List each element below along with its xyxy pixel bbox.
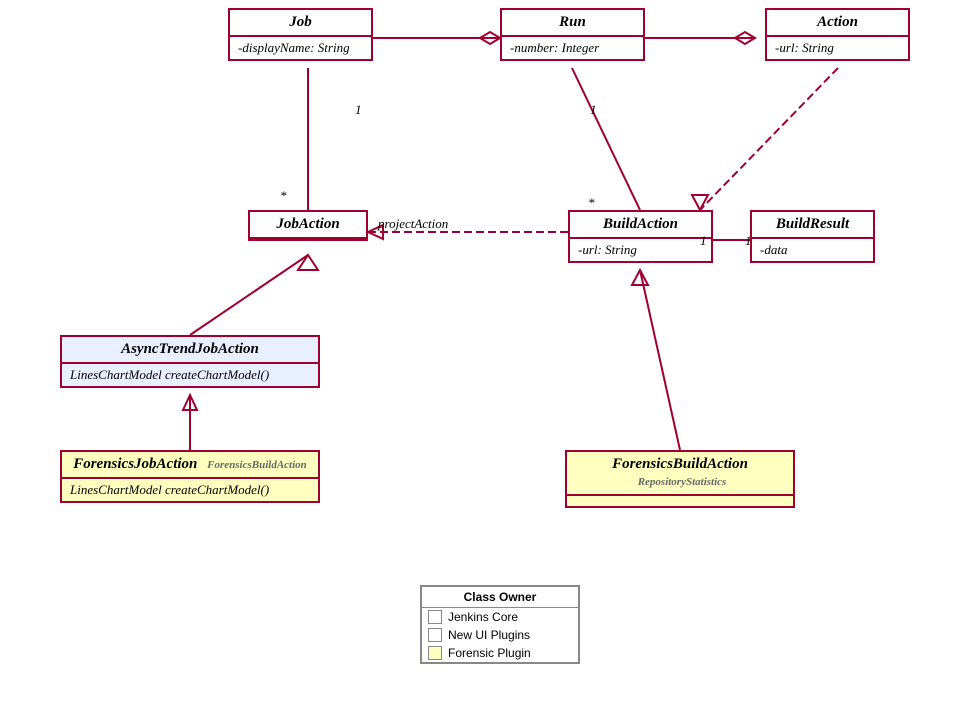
legend: Class Owner Jenkins Core New UI Plugins … <box>420 585 580 664</box>
class-job-attr: -displayName: String <box>230 37 371 59</box>
forensicsbuildaction-subname: RepositoryStatistics <box>638 476 727 488</box>
legend-color-jenkins <box>428 610 442 624</box>
class-run-name: Run <box>502 10 643 37</box>
rel-label-projectaction: projectAction <box>378 216 448 232</box>
legend-row-jenkins: Jenkins Core <box>422 608 578 626</box>
class-asynctrendjobaction-name: AsyncTrendJobAction <box>62 337 318 364</box>
legend-label-forensic: Forensic Plugin <box>448 646 531 660</box>
class-jobaction-name: JobAction <box>250 212 366 239</box>
mult-1-jobjobaction: 1 <box>355 102 362 118</box>
class-buildresult-attr: -data <box>752 239 873 261</box>
class-buildaction: BuildAction -url: String <box>568 210 713 263</box>
mult-1-runbuildaction: 1 <box>590 102 597 118</box>
class-buildresult: BuildResult -data <box>750 210 875 263</box>
mult-1-buildaction-left: 1 <box>700 233 707 249</box>
class-job: Job -displayName: String <box>228 8 373 61</box>
class-forensicsbuildaction: ForensicsBuildAction RepositoryStatistic… <box>565 450 795 508</box>
legend-color-forensic <box>428 646 442 660</box>
class-forensicsjobaction-attr: LinesChartModel createChartModel() <box>62 479 318 501</box>
legend-row-forensic: Forensic Plugin <box>422 644 578 662</box>
class-forensicsjobaction: ForensicsJobAction ForensicsBuildAction … <box>60 450 320 503</box>
legend-title: Class Owner <box>422 587 578 608</box>
class-asynctrendjobaction-attr: LinesChartModel createChartModel() <box>62 364 318 386</box>
class-run-attr: -number: Integer <box>502 37 643 59</box>
mult-star-jobjobaction: * <box>280 188 287 204</box>
legend-label-newui: New UI Plugins <box>448 628 530 642</box>
diagram-container: Job -displayName: String Run -number: In… <box>0 0 965 701</box>
class-action: Action -url: String <box>765 8 910 61</box>
mult-1-buildresult-right: 1 <box>745 233 752 249</box>
class-forensicsjobaction-name: ForensicsJobAction ForensicsBuildAction <box>62 452 318 479</box>
mult-star-runbuildaction: * <box>588 195 595 211</box>
class-action-attr: -url: String <box>767 37 908 59</box>
class-forensicsbuildaction-attr <box>567 496 793 506</box>
class-run: Run -number: Integer <box>500 8 645 61</box>
class-asynctrendjobaction: AsyncTrendJobAction LinesChartModel crea… <box>60 335 320 388</box>
class-action-name: Action <box>767 10 908 37</box>
class-jobaction: JobAction <box>248 210 368 241</box>
class-job-name: Job <box>230 10 371 37</box>
class-forensicsbuildaction-name: ForensicsBuildAction RepositoryStatistic… <box>567 452 793 496</box>
legend-color-newui <box>428 628 442 642</box>
legend-row-newui: New UI Plugins <box>422 626 578 644</box>
forensicsjobaction-subname: ForensicsBuildAction <box>207 459 307 471</box>
legend-label-jenkins: Jenkins Core <box>448 610 518 624</box>
class-buildresult-name: BuildResult <box>752 212 873 239</box>
class-buildaction-name: BuildAction <box>570 212 711 239</box>
class-buildaction-attr: -url: String <box>570 239 711 261</box>
